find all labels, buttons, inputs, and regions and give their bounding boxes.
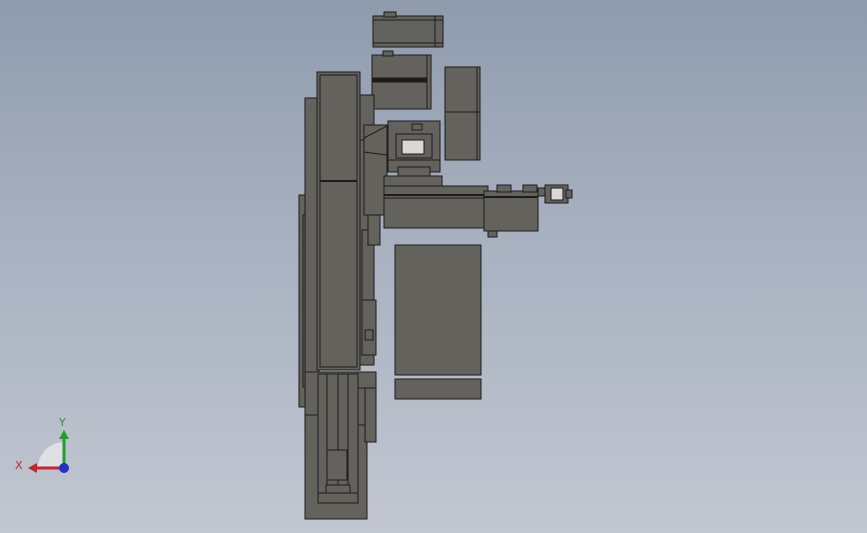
cad-model-viewport[interactable] bbox=[0, 0, 867, 533]
machine-assembly[interactable] bbox=[298, 11, 573, 520]
control-cabinet[interactable] bbox=[394, 244, 482, 400]
y-axis-arrowhead bbox=[59, 430, 69, 439]
horizontal-arm[interactable] bbox=[383, 175, 540, 238]
lower-column[interactable] bbox=[304, 371, 377, 520]
top-motor-block[interactable] bbox=[372, 11, 444, 48]
triad-quadrant-shade bbox=[38, 442, 64, 468]
main-column[interactable] bbox=[316, 71, 377, 371]
x-axis-label: X bbox=[15, 459, 23, 472]
right-cabinet[interactable] bbox=[444, 66, 481, 161]
y-axis-label: Y bbox=[58, 416, 66, 429]
end-effector[interactable] bbox=[537, 184, 573, 204]
z-axis-dot bbox=[59, 463, 69, 473]
spindle-housing[interactable] bbox=[387, 120, 441, 178]
x-axis-arrowhead bbox=[28, 463, 37, 473]
coordinate-triad: Y X bbox=[15, 416, 69, 473]
middle-motor-block[interactable] bbox=[371, 50, 432, 110]
